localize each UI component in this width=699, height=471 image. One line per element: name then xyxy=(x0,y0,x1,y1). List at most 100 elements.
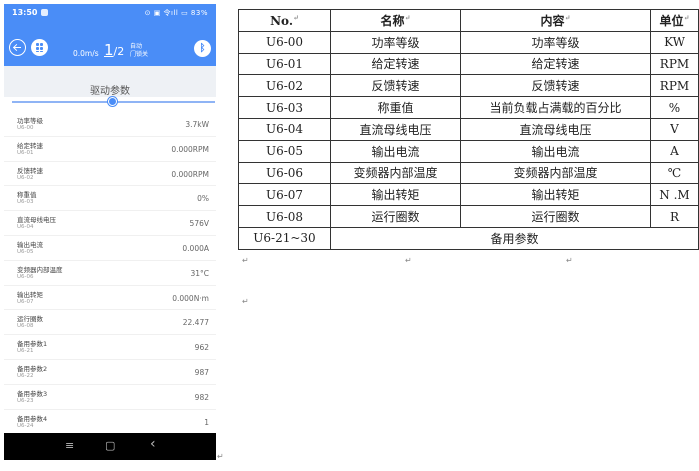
cell-name: 变频器内部温度 xyxy=(330,161,461,185)
cell-unit: ℃ xyxy=(650,161,699,185)
param-code: U6-08 xyxy=(17,323,34,330)
cell-unit: KW xyxy=(650,30,699,54)
cell-content: 功率等级 xyxy=(460,30,651,54)
param-code: U6-24 xyxy=(17,422,34,429)
param-value: 576V xyxy=(189,219,209,229)
app-header: 13:50 ⊙ ▣ 令ıll ▭ 83% 0.0m/s 1/2 自动 门锁关 ᛒ xyxy=(4,4,216,66)
cell-name: 直流母线电压 xyxy=(330,117,461,141)
param-name: 变频器内部温度 xyxy=(17,265,63,274)
paragraph-mark: ↵ xyxy=(242,256,249,265)
cell-name: 输出电流 xyxy=(330,139,461,163)
param-value: 0.000N·m xyxy=(172,293,209,303)
page-current: 1 xyxy=(104,41,114,59)
cell-reserved: 备用参数 xyxy=(330,226,699,250)
phone-screenshot: 13:50 ⊙ ▣ 令ıll ▭ 83% 0.0m/s 1/2 自动 门锁关 ᛒ… xyxy=(4,4,216,460)
list-item: 运行圈数 U6-08 22.477 xyxy=(4,310,216,336)
paragraph-mark: ↵ xyxy=(405,256,412,265)
notification-icon xyxy=(41,9,48,16)
menu-icon[interactable]: ≡ xyxy=(65,439,74,452)
back-icon[interactable]: ‹ xyxy=(150,436,156,452)
param-name: 输出电流 xyxy=(17,240,43,249)
table-row: U6-05 输出电流 输出电流 A xyxy=(238,139,699,163)
param-name: 直流母线电压 xyxy=(17,216,56,225)
param-name: 输出转矩 xyxy=(17,290,43,299)
param-code: U6-01 xyxy=(17,149,34,156)
paragraph-mark: ↵ xyxy=(217,452,224,461)
mode-auto: 自动 xyxy=(130,43,143,50)
param-value: 0% xyxy=(197,194,209,204)
cell-no: U6-04 xyxy=(238,117,331,141)
cell-content: 当前负载占满载的百分比 xyxy=(460,96,651,119)
list-item: 输出电流 U6-05 0.000A xyxy=(4,236,216,261)
cell-name: 反馈转速 xyxy=(330,74,461,98)
paragraph-mark: ↵ xyxy=(293,12,299,22)
status-time: 13:50 xyxy=(12,8,38,17)
header-name-text: 名称 xyxy=(380,13,405,28)
param-code: U6-07 xyxy=(17,298,34,305)
param-value: 3.7kW xyxy=(185,120,209,129)
cell-no: U6-07 xyxy=(238,183,331,207)
grid-menu-icon[interactable] xyxy=(31,39,48,56)
cell-no: U6-01 xyxy=(238,52,331,76)
table-row: U6-07 输出转矩 输出转矩 N .M xyxy=(238,183,699,207)
header-no: No.↵ xyxy=(238,9,331,32)
bluetooth-icon[interactable]: ᛒ xyxy=(194,40,211,57)
param-code: U6-22 xyxy=(17,372,34,379)
param-name: 给定转速 xyxy=(17,141,43,150)
param-name: 备用参数2 xyxy=(17,364,48,373)
cell-content: 变频器内部温度 xyxy=(460,161,651,185)
param-name: 称重值 xyxy=(17,191,37,200)
cell-unit: V xyxy=(650,117,699,141)
speed-readout: 0.0m/s xyxy=(73,49,99,58)
param-code: U6-03 xyxy=(17,199,34,206)
param-name: 备用参数3 xyxy=(17,389,48,398)
cell-content: 直流母线电压 xyxy=(460,117,651,141)
back-arrow-icon[interactable] xyxy=(9,39,26,56)
list-item: 称重值 U6-03 0% xyxy=(4,186,216,212)
header-unit: 单位↵ xyxy=(650,9,699,32)
param-value: 982 xyxy=(194,392,209,402)
header-content-text: 内容 xyxy=(540,13,565,28)
table-row: U6-03 称重值 当前负载占满载的百分比% xyxy=(238,96,699,119)
param-name: 备用参数1 xyxy=(17,340,48,349)
cell-name: 称重值 xyxy=(330,96,461,119)
cell-unit: % xyxy=(650,96,699,119)
list-item: 反馈转速 U6-02 0.000RPM xyxy=(4,162,216,187)
cell-no: U6-06 xyxy=(238,161,331,185)
param-code: U6-06 xyxy=(17,273,34,280)
cell-no: U6-05 xyxy=(238,139,331,163)
cell-no: U6-00 xyxy=(238,30,331,54)
cell-no: U6-08 xyxy=(238,205,331,228)
cell-content: 运行圈数 xyxy=(460,205,651,228)
table-row: U6-08 运行圈数 运行圈数 R xyxy=(238,205,699,228)
parameter-list: 功率等级 U6-00 3.7kW 给定转速 U6-01 0.000RPM 反馈转速 U6-… xyxy=(4,112,216,435)
page-slider-handle[interactable] xyxy=(108,97,117,106)
param-value: 0.000RPM xyxy=(171,144,209,154)
list-item: 备用参数3 U6-23 982 xyxy=(4,385,216,410)
param-name: 备用参数4 xyxy=(17,414,48,423)
param-value: 987 xyxy=(194,367,209,377)
page-title: 驱动参数 xyxy=(90,86,130,97)
param-code: U6-04 xyxy=(17,224,34,231)
mode-status: 自动 门锁关 xyxy=(130,43,148,59)
list-item: 直流母线电压 U6-04 576V xyxy=(4,211,216,236)
cell-unit: N .M xyxy=(650,183,699,207)
list-item: 功率等级 U6-00 3.7kW xyxy=(4,112,216,137)
cell-content: 输出转矩 xyxy=(460,183,651,207)
cell-name: 输出转矩 xyxy=(330,183,461,207)
table-row: U6-00 功率等级 功率等级 KW xyxy=(238,30,699,54)
cell-name: 给定转速 xyxy=(330,52,461,76)
param-name: 运行圈数 xyxy=(17,315,43,324)
table-row: U6-04 直流母线电压 直流母线电压 V xyxy=(238,117,699,141)
paragraph-mark: ↵ xyxy=(564,12,571,22)
page-indicator: 1/2 xyxy=(104,41,124,59)
param-value: 0.000RPM xyxy=(171,169,209,179)
cell-unit: R xyxy=(650,205,699,228)
param-value: 0.000A xyxy=(182,243,209,253)
paragraph-mark: ↵ xyxy=(242,297,249,306)
list-item: 备用参数1 U6-21 962 xyxy=(4,335,216,360)
param-value: 22.477 xyxy=(182,318,209,328)
list-item: 输出转矩 U6-07 0.000N·m xyxy=(4,286,216,311)
home-icon[interactable]: ▢ xyxy=(105,439,115,452)
param-code: U6-23 xyxy=(17,397,34,404)
